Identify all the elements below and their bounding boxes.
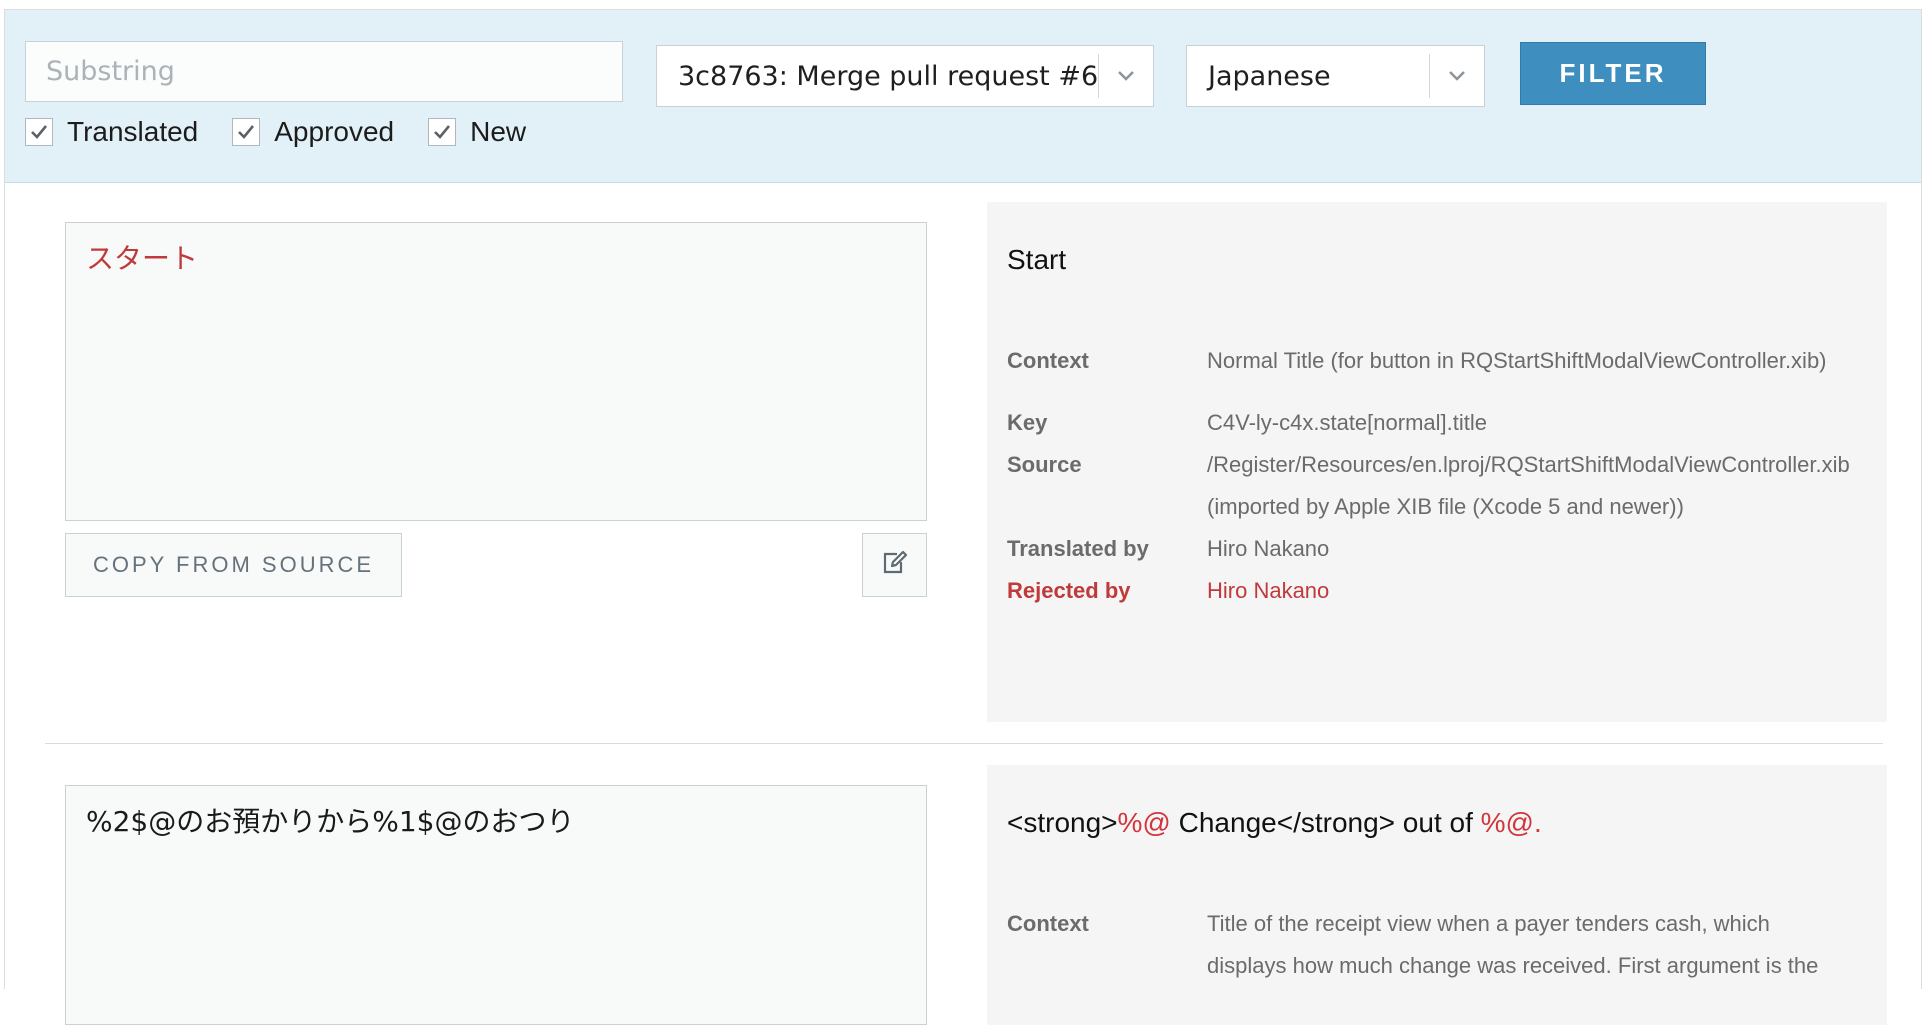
context-value-line2: displays how much change was received. F… xyxy=(1207,953,1819,978)
source-path: /Register/Resources/en.lproj/RQStartShif… xyxy=(1207,452,1850,477)
source-panel: <strong>%@ Change</strong> out of %@. Co… xyxy=(987,765,1887,1025)
new-checkbox[interactable]: New xyxy=(428,116,526,148)
source-string: Start xyxy=(1007,244,1067,275)
translated-by-label: Translated by xyxy=(1007,536,1149,561)
edit-icon xyxy=(881,550,909,581)
source-text-part: Change</strong> out of xyxy=(1170,807,1481,838)
entry-divider xyxy=(45,743,1883,744)
translated-checkbox[interactable]: Translated xyxy=(25,116,198,148)
placeholder-token: %@ xyxy=(1117,807,1171,838)
translated-by-value: Hiro Nakano xyxy=(1207,536,1330,561)
placeholder-token: %@ xyxy=(1480,807,1534,838)
context-label: Context xyxy=(1007,911,1089,936)
key-value: C4V-ly-c4x.state[normal].title xyxy=(1207,410,1487,435)
context-value: Normal Title (for button in RQStartShift… xyxy=(1207,348,1827,373)
key-label: Key xyxy=(1007,410,1048,435)
source-string: <strong>%@ Change</strong> out of %@. xyxy=(1007,807,1542,839)
substring-search-input[interactable] xyxy=(25,41,623,102)
checkmark-icon[interactable] xyxy=(25,118,53,146)
filter-button[interactable]: FILTER xyxy=(1520,42,1706,105)
context-label: Context xyxy=(1007,348,1089,373)
commit-select[interactable]: 3c8763: Merge pull request #6 xyxy=(656,45,1154,107)
source-label: Source xyxy=(1007,452,1082,477)
new-checkbox-label: New xyxy=(470,116,527,147)
chevron-down-icon xyxy=(1429,54,1484,98)
source-text-part: <strong> xyxy=(1007,807,1118,838)
translated-checkbox-label: Translated xyxy=(67,116,199,147)
rejected-by-label: Rejected by xyxy=(1007,578,1131,603)
edit-button[interactable] xyxy=(862,533,927,597)
context-value-line1: Title of the receipt view when a payer t… xyxy=(1207,911,1770,936)
approved-checkbox-label: Approved xyxy=(274,116,395,147)
commit-select-value: 3c8763: Merge pull request #6 xyxy=(678,60,1098,92)
checkmark-icon[interactable] xyxy=(428,118,457,146)
approved-checkbox[interactable]: Approved xyxy=(232,116,394,148)
language-select-value: Japanese xyxy=(1208,60,1331,92)
translation-textarea[interactable]: スタート xyxy=(65,222,927,521)
chevron-down-icon xyxy=(1098,54,1153,98)
checkmark-icon[interactable] xyxy=(232,118,261,146)
rejected-by-value: Hiro Nakano xyxy=(1207,578,1330,603)
source-panel: Start Context Normal Title (for button i… xyxy=(987,202,1887,722)
translation-textarea[interactable]: %2$@のお預かりから%1$@のおつり xyxy=(65,785,927,1025)
source-importer: (imported by Apple XIB file (Xcode 5 and… xyxy=(1207,494,1684,519)
status-checkboxes: Translated Approved New xyxy=(25,112,560,152)
copy-from-source-button[interactable]: COPY FROM SOURCE xyxy=(65,533,402,597)
source-text-part: . xyxy=(1533,807,1542,838)
language-select[interactable]: Japanese xyxy=(1186,45,1485,107)
